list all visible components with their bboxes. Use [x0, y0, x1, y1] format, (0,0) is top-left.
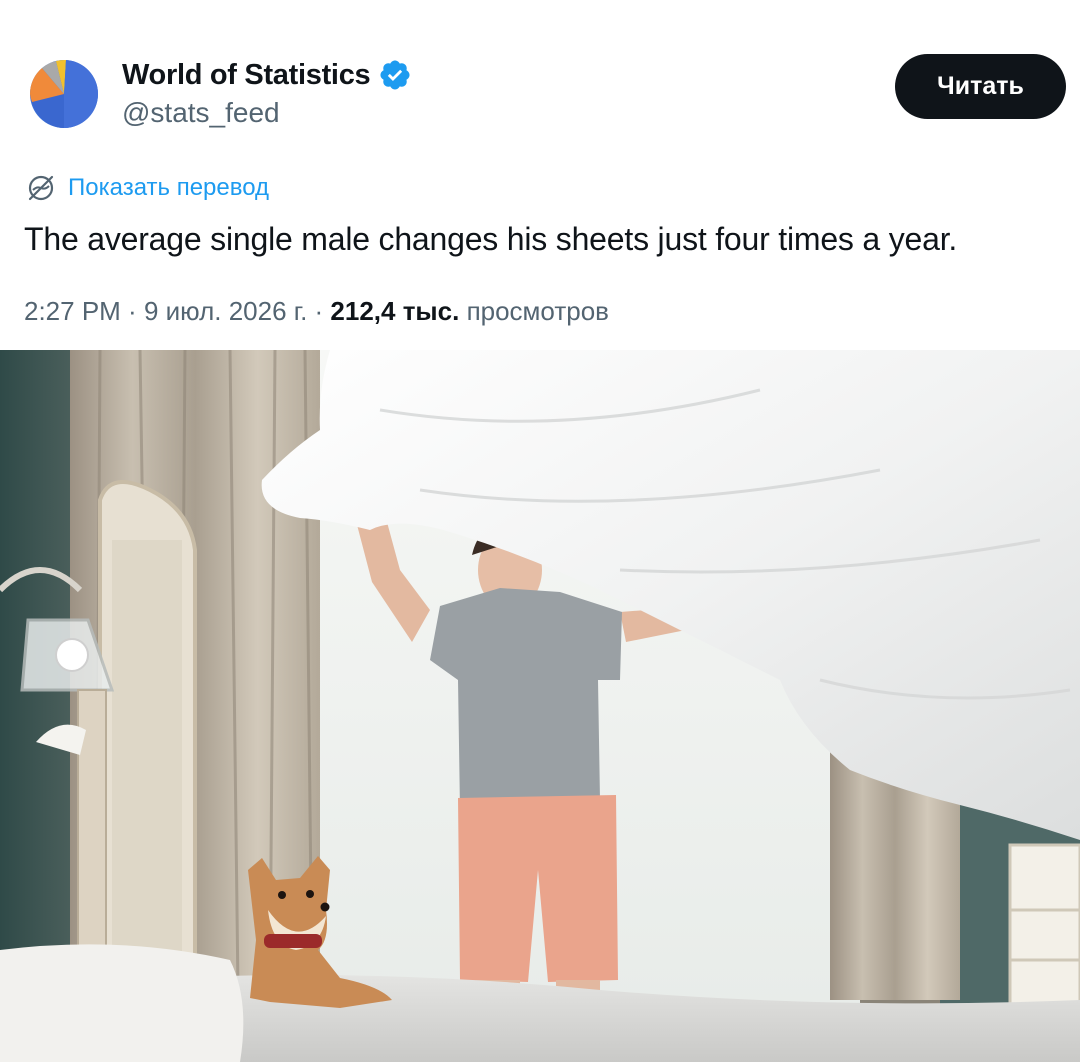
- meta-separator: ·: [307, 296, 331, 326]
- tweet-photo[interactable]: [0, 350, 1080, 1062]
- views-count: 212,4 тыс.: [330, 296, 460, 326]
- verified-badge-icon: [380, 60, 410, 90]
- translate-label[interactable]: Показать перевод: [68, 174, 269, 202]
- tweet-meta: 2:27 PM · 9 июл. 2026 г. · 212,4 тыс. пр…: [24, 296, 609, 327]
- views-label: просмотров: [466, 296, 609, 326]
- author-display-name[interactable]: World of Statistics: [122, 59, 371, 92]
- translate-link[interactable]: Показать перевод: [24, 170, 269, 206]
- globe-slash-icon: [28, 175, 54, 201]
- tweet-time[interactable]: 2:27 PM: [24, 296, 121, 326]
- author-handle[interactable]: @stats_feed: [122, 97, 280, 129]
- follow-button[interactable]: Читать: [895, 54, 1066, 119]
- tweet-text: The average single male changes his shee…: [24, 221, 958, 257]
- pie-chart-icon[interactable]: [28, 58, 100, 130]
- tweet-date[interactable]: 9 июл. 2026 г.: [144, 296, 307, 326]
- author-name-row[interactable]: World of Statistics: [122, 56, 412, 94]
- meta-separator: ·: [120, 296, 144, 326]
